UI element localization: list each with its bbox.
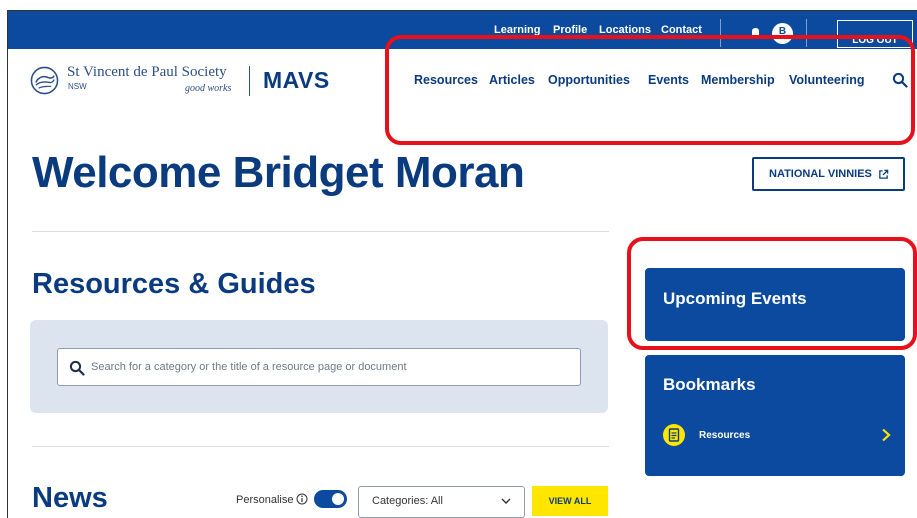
org-tagline: good works — [185, 83, 232, 94]
upcoming-events-title: Upcoming Events — [663, 289, 807, 308]
personalise-toggle[interactable] — [314, 490, 347, 508]
section-divider — [32, 231, 609, 232]
annotation-highlight-nav — [385, 35, 915, 145]
categories-select[interactable]: Categories: All — [358, 486, 525, 518]
resource-search-field[interactable] — [57, 348, 581, 386]
section-divider — [32, 446, 609, 447]
page-title: Welcome Bridget Moran — [32, 148, 525, 197]
categories-select-value: Categories: All — [372, 495, 443, 507]
logo-divider — [249, 66, 250, 96]
app-name[interactable]: MAVS — [263, 67, 330, 94]
chevron-down-icon — [501, 498, 511, 504]
upcoming-events-card[interactable]: Upcoming Events — [645, 268, 905, 341]
document-icon — [663, 424, 685, 446]
svdp-logo-icon[interactable] — [30, 66, 59, 95]
news-section-title: News — [32, 482, 108, 514]
search-icon — [69, 360, 85, 376]
chevron-right-icon — [882, 428, 891, 442]
bookmark-item-resources[interactable]: Resources — [663, 424, 891, 448]
resources-section-title: Resources & Guides — [32, 268, 316, 300]
view-all-button[interactable]: VIEW ALL — [532, 486, 608, 516]
national-vinnies-button[interactable]: NATIONAL VINNIES — [752, 157, 905, 191]
personalise-label: Personalise — [236, 494, 294, 506]
resource-search-input[interactable] — [91, 358, 571, 376]
toggle-knob — [332, 493, 344, 505]
org-region: NSW — [68, 82, 87, 91]
bookmarks-card: Bookmarks Resources — [645, 355, 905, 476]
org-name: St Vincent de Paul Society — [67, 64, 227, 80]
external-link-icon — [879, 169, 889, 179]
bookmarks-title: Bookmarks — [663, 375, 756, 394]
bookmark-item-label: Resources — [699, 430, 751, 441]
info-icon[interactable] — [296, 493, 308, 505]
national-vinnies-label: NATIONAL VINNIES — [769, 168, 872, 180]
